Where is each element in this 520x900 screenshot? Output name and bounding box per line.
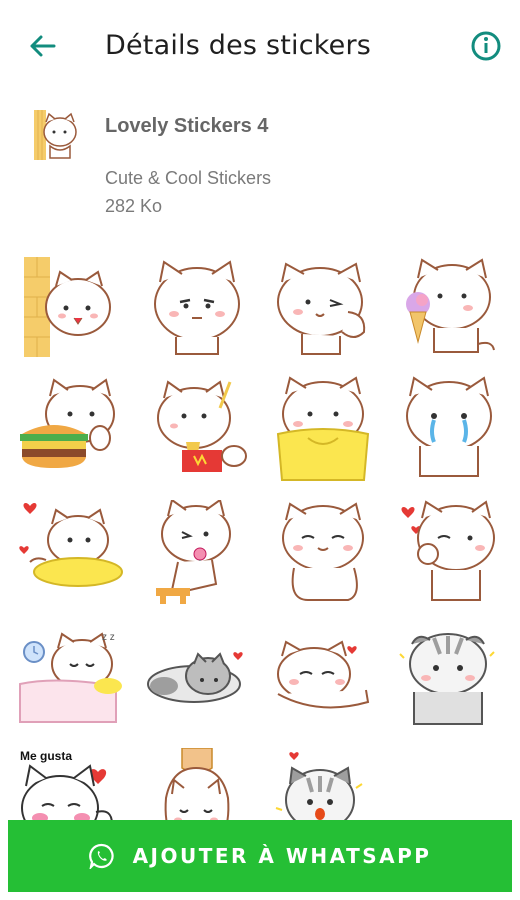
pack-size: 282 Ko bbox=[105, 196, 163, 216]
sticker-cat-peeking-wall[interactable] bbox=[16, 252, 126, 362]
sticker-cat-lollipop[interactable] bbox=[142, 500, 252, 610]
whatsapp-icon bbox=[88, 843, 114, 869]
sticker-cat-pillow-hearts[interactable] bbox=[16, 500, 126, 610]
page-title: Détails des stickers bbox=[105, 30, 372, 61]
sticker-cat-winking[interactable] bbox=[268, 252, 378, 362]
svg-text:z z: z z bbox=[102, 632, 115, 643]
sticker-cat-grey-lying[interactable] bbox=[142, 624, 252, 734]
pack-tray-icon bbox=[34, 110, 77, 160]
info-icon[interactable] bbox=[468, 28, 504, 64]
sticker-cat-sleepy-smile[interactable] bbox=[268, 500, 378, 610]
pack-name: Lovely Stickers 4 bbox=[105, 115, 269, 137]
sticker-cat-fries[interactable] bbox=[142, 376, 252, 486]
sticker-caption: Me gusta bbox=[20, 749, 72, 763]
sticker-cat-sleeping-bed[interactable]: z z bbox=[16, 624, 126, 734]
sticker-cat-grey-sad[interactable] bbox=[394, 624, 504, 734]
add-to-whatsapp-button[interactable]: AJOUTER À WHATSAPP bbox=[8, 820, 512, 892]
sticker-cat-blanket[interactable] bbox=[268, 376, 378, 486]
sticker-cat-ice-cream[interactable] bbox=[394, 252, 504, 362]
sticker-cat-burger[interactable] bbox=[16, 376, 126, 486]
sticker-cat-lying-heart[interactable] bbox=[268, 624, 378, 734]
pack-subtitle: Cute & Cool Stickers bbox=[105, 168, 272, 188]
sticker-cat-blowing-kiss[interactable] bbox=[394, 500, 504, 610]
arrow-back-icon[interactable] bbox=[24, 28, 60, 64]
app-bar: Détails des stickers bbox=[0, 0, 520, 92]
add-button-label: AJOUTER À WHATSAPP bbox=[132, 844, 432, 868]
sticker-cat-annoyed[interactable] bbox=[142, 252, 252, 362]
sticker-cat-crying[interactable] bbox=[394, 376, 504, 486]
